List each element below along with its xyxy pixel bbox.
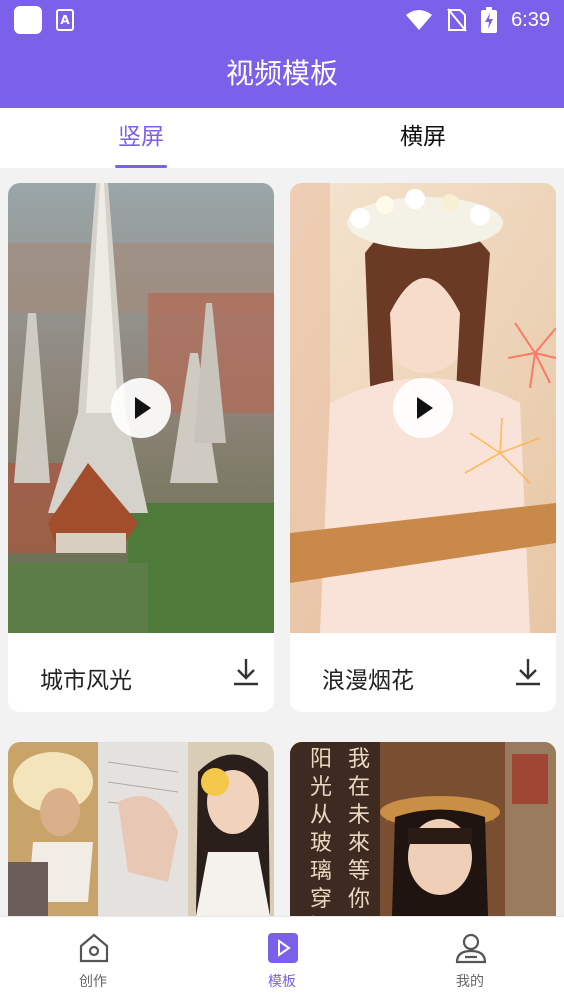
- nav-mine[interactable]: 我的: [410, 917, 530, 1002]
- template-thumbnail-strawhat: 阳光从玻璃穿過 我在未來等你: [290, 742, 556, 916]
- template-title: 浪漫烟花: [322, 668, 414, 694]
- template-thumbnail-collage: [8, 742, 274, 916]
- template-card-strawhat[interactable]: 阳光从玻璃穿過 我在未來等你: [290, 742, 556, 916]
- status-bar: A 6:39: [0, 0, 564, 40]
- tab-portrait-label: 竖屏: [118, 124, 164, 150]
- user-icon: [455, 933, 487, 964]
- wifi-icon: [406, 10, 433, 30]
- nav-templates-label: 模板: [268, 974, 296, 990]
- download-icon[interactable]: [513, 657, 543, 687]
- overlay-text-line-2: 我在未來等你: [348, 747, 371, 912]
- tab-portrait[interactable]: 竖屏: [91, 108, 191, 168]
- nav-create-label: 创作: [79, 974, 107, 990]
- tab-landscape-label: 横屏: [400, 124, 446, 150]
- tab-bar: 竖屏 横屏: [0, 108, 564, 168]
- template-card-collage[interactable]: [8, 742, 274, 916]
- bottom-nav: 创作 模板 我的: [0, 916, 564, 1002]
- battery-charging-icon: [481, 7, 498, 33]
- download-icon[interactable]: [231, 657, 261, 687]
- template-title: 城市风光: [40, 668, 132, 694]
- tab-landscape[interactable]: 横屏: [373, 108, 473, 168]
- status-time: 6:39: [511, 8, 550, 31]
- overlay-text-line-1: 阳光从玻璃穿過: [310, 747, 333, 916]
- nav-mine-label: 我的: [456, 974, 484, 990]
- nav-create[interactable]: 创作: [33, 917, 153, 1002]
- app-square-icon: [14, 6, 42, 34]
- no-sim-icon: [447, 8, 467, 32]
- a-keyboard-icon: A: [56, 9, 74, 31]
- template-card-city[interactable]: 城市风光: [8, 183, 274, 712]
- play-button[interactable]: [393, 378, 453, 438]
- tab-active-indicator: [115, 165, 167, 168]
- nav-templates[interactable]: 模板: [222, 917, 342, 1002]
- template-card-fireworks[interactable]: 浪漫烟花: [290, 183, 556, 712]
- play-button[interactable]: [111, 378, 171, 438]
- home-icon: [79, 933, 109, 963]
- play-square-icon: [268, 933, 298, 963]
- page-title: 视频模板: [0, 40, 564, 108]
